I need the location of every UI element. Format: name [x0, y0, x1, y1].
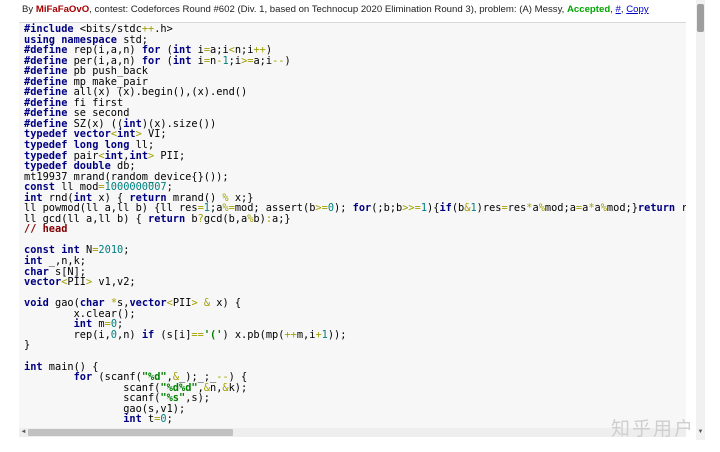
code-token: ++ — [284, 328, 297, 341]
code-line: x.clear(); — [24, 308, 686, 320]
code-token: )); — [327, 328, 347, 341]
code-token: v1,v2; — [92, 276, 136, 289]
code-token: mod;a — [544, 202, 576, 215]
copy-link[interactable]: Copy — [626, 4, 648, 15]
code-token: ; — [123, 244, 130, 257]
code-line: int _,n,k; — [24, 256, 686, 267]
code-token: gcd(b,a — [203, 212, 248, 225]
code-token: int — [123, 413, 142, 426]
code-token: m,i — [296, 328, 316, 341]
code-token: mod;} — [606, 202, 638, 215]
code-token: 2010 — [98, 244, 124, 257]
code-token: >= — [241, 54, 254, 67]
code-token: )res — [476, 202, 502, 215]
vertical-scroll-thumb[interactable] — [697, 4, 704, 32]
source-code: #include <bits/stdc++.h> using namespace … — [24, 24, 686, 425]
code-token: (b — [451, 202, 465, 215]
code-line: } — [24, 340, 686, 351]
code-line: const int N=2010; — [24, 245, 686, 256]
horizontal-scroll-thumb[interactable] — [28, 429, 233, 436]
code-token: ,s); — [185, 392, 211, 405]
submission-header: By MiFaFaOvO, contest: Codeforces Round … — [22, 3, 702, 16]
source-code-panel[interactable]: #include <bits/stdc++.h> using namespace … — [19, 22, 686, 429]
code-token: (;b;b — [371, 202, 403, 215]
code-token: return — [637, 202, 676, 215]
code-token: b) — [253, 212, 266, 225]
code-token: ,n) — [117, 328, 142, 341]
code-token: PII — [67, 276, 87, 289]
watermark: 知乎用户 — [611, 418, 696, 440]
code-token: b — [185, 212, 198, 225]
code-token: ) x.pb(mp( — [222, 328, 285, 341]
code-token: vector — [24, 276, 62, 289]
code-token: PII — [172, 297, 192, 310]
code-token: .h> — [154, 23, 173, 35]
code-token: a;i — [253, 54, 273, 67]
code-token: ) — [284, 54, 291, 67]
code-token: rep(i, — [24, 328, 111, 341]
code-token: >= — [315, 202, 328, 215]
code-token: '(' — [203, 328, 223, 341]
contest-info: , contest: Codeforces Round #602 (Div. 1… — [89, 4, 567, 15]
code-token: res — [507, 202, 527, 215]
code-token: ; — [166, 413, 173, 426]
code-line: #define all(x) (x).begin(),(x).end() — [24, 87, 686, 98]
code-token: >>= — [402, 202, 421, 215]
code-line: vector<PII> v1,v2; — [24, 277, 686, 288]
verdict-accepted: Accepted — [567, 4, 611, 15]
code-line: // head — [24, 224, 686, 235]
scroll-down-arrow-icon[interactable]: ▼ — [696, 428, 705, 437]
code-line: int t=0; — [24, 414, 686, 425]
code-token: -- — [272, 54, 285, 67]
code-token: == — [191, 328, 204, 341]
code-token: res;} — [675, 202, 686, 214]
code-line: ll gcd(ll a,ll b) { return b?gcd(b,a%b):… — [24, 214, 686, 225]
horizontal-scrollbar[interactable]: ◄ — [19, 428, 686, 437]
code-token: } — [24, 339, 31, 352]
code-token: // head — [24, 223, 68, 236]
code-line: rep(i,0,n) if (s[i]=='(') x.pb(mp(++m,i+… — [24, 330, 686, 341]
code-token: ); — [334, 202, 353, 215]
code-token: ;i — [228, 54, 242, 67]
username-link[interactable]: MiFaFaOvO — [36, 4, 89, 15]
code-token: t — [141, 413, 155, 426]
code-token: for — [352, 202, 372, 215]
code-token: PII; — [154, 149, 186, 162]
code-token: return — [148, 212, 186, 225]
code-token: x) { — [210, 297, 242, 310]
scroll-left-arrow-icon[interactable]: ◄ — [19, 428, 28, 437]
code-token: i — [191, 54, 204, 67]
code-token: k); — [228, 381, 248, 394]
code-token: ){ — [427, 202, 440, 215]
code-token: if — [439, 202, 452, 215]
code-token: ( — [160, 54, 173, 67]
code-token: n, — [210, 381, 223, 394]
code-token: if — [141, 328, 155, 341]
code-token: a;} — [272, 212, 291, 225]
code-token: int — [172, 54, 192, 67]
code-token: (s[i] — [154, 328, 192, 341]
by-label: By — [22, 4, 36, 15]
vertical-scrollbar[interactable]: ▼ — [696, 0, 705, 440]
